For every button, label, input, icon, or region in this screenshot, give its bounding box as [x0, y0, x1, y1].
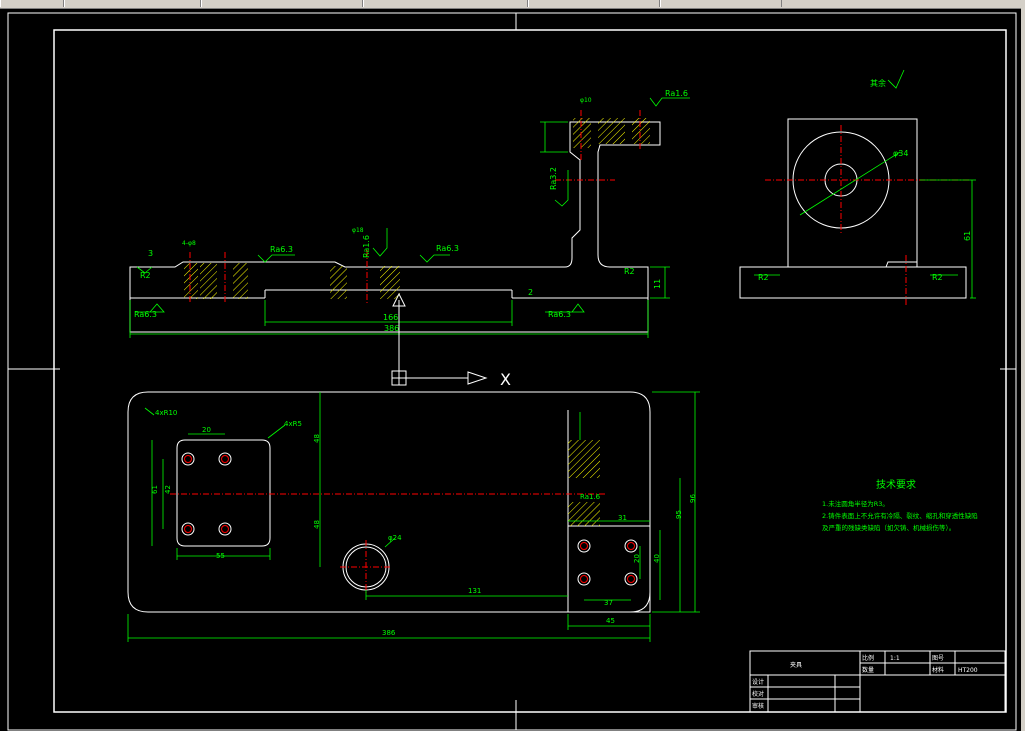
hole-1: 4-φ8	[182, 240, 196, 247]
toolbar-segment[interactable]	[201, 0, 363, 7]
fillet-2: R2	[624, 267, 635, 276]
fillet-left: R2	[758, 273, 769, 282]
toolbar-segment[interactable]	[528, 0, 660, 7]
plan-view-hatching	[568, 440, 600, 526]
axis-x-label: X	[500, 370, 511, 389]
side-view-dimensions	[754, 69, 976, 299]
dim-small-3: 3	[148, 249, 153, 258]
tech-requirements: 技术要求 1.未注圆角半径为R3。 2.铸件表面上不允许有冷隔、裂纹、缩孔和穿透…	[822, 478, 978, 532]
rough-5: Ra1.6	[665, 89, 688, 98]
part-name: 夹具	[790, 661, 802, 669]
qty-label: 数量	[862, 666, 874, 674]
dim-96: 96	[689, 494, 697, 503]
material-value: HT200	[958, 667, 978, 674]
dim-height: 61	[963, 231, 972, 241]
title-block-text: 夹具 比例 1:1 数量 图号 材料 HT200 设计 校对 审核	[752, 654, 978, 710]
scale-label: 比例	[862, 654, 874, 662]
dim-48a: 48	[313, 434, 321, 443]
dim-61: 61	[151, 485, 159, 494]
rough-4: Ra6.3	[548, 310, 571, 319]
dim-overall: 386	[384, 324, 399, 333]
dim-55: 55	[216, 552, 225, 560]
rough-2: Ra6.3	[436, 244, 459, 253]
toolbar-segment[interactable]	[363, 0, 528, 7]
dim-37: 37	[604, 599, 613, 607]
dim-386: 386	[382, 629, 396, 637]
sheet-frame	[7, 12, 1017, 731]
design-label: 设计	[752, 678, 764, 686]
dim-95: 95	[675, 510, 683, 519]
rough-6: Ra3.2	[549, 167, 558, 190]
tech-req-line1: 1.未注圆角半径为R3。	[822, 499, 889, 508]
fillet-1: R2	[140, 271, 151, 280]
dim-24: φ24	[388, 534, 402, 542]
plan-view-dimensions	[127, 391, 700, 642]
front-view-centerlines	[189, 110, 641, 304]
corner-note: 4xR10	[155, 409, 177, 417]
side-view	[739, 118, 967, 299]
approve-label: 审核	[752, 702, 764, 710]
dim-42: 42	[164, 485, 172, 494]
sheet-label: 图号	[932, 655, 944, 662]
drawing-canvas[interactable]: 386 166 11 2 3 R2 R2 Ra6.3 Ra6.3 Ra6.3 R…	[0, 8, 1021, 731]
hole-2: φ18	[352, 227, 364, 234]
tech-req-line3: 及严重的残缺类缺陷（如欠铸、机械损伤等）。	[822, 523, 955, 532]
check-label: 校对	[752, 690, 764, 698]
rough-8: Ra1.6	[362, 235, 371, 258]
scale-value: 1:1	[890, 655, 900, 662]
rough-3: Ra6.3	[134, 310, 157, 319]
dim-20: 20	[202, 426, 211, 434]
dim-diameter: φ34	[893, 149, 908, 158]
toolbar-segment[interactable]	[0, 0, 64, 7]
pocket-note: 4xR5	[284, 420, 302, 428]
dim-131: 131	[468, 587, 481, 595]
plan-view-centerlines	[170, 493, 605, 594]
tech-req-line2: 2.铸件表面上不允许有冷隔、裂纹、缩孔和穿透性缺陷	[822, 511, 978, 520]
front-view	[129, 121, 661, 333]
title-block	[749, 650, 1006, 713]
hole-3: φ10	[580, 97, 592, 104]
dim-31: 31	[618, 514, 627, 522]
ucs-icon	[391, 292, 488, 386]
fillet-right: R2	[932, 273, 943, 282]
rough-1: Ra6.3	[270, 245, 293, 254]
toolbar-segment[interactable]	[660, 0, 782, 7]
dim-45: 45	[606, 617, 615, 625]
plan-view-dim-text: 386 45 131 55 20 61 42 48 48 φ24 31 37 9…	[151, 409, 697, 637]
material-label: 材料	[932, 666, 944, 674]
dim-small-1: 11	[653, 279, 662, 289]
dim-20b: 20	[633, 554, 641, 563]
surface-note: 其余	[870, 78, 886, 88]
dim-40: 40	[653, 554, 661, 563]
dim-small-2: 2	[528, 288, 533, 297]
toolbar-segment[interactable]	[64, 0, 201, 7]
tech-req-title: 技术要求	[876, 478, 916, 491]
plan-rough: Ra1.6	[580, 493, 601, 501]
dim-48b: 48	[313, 520, 321, 529]
vertical-scrollbar[interactable]	[1021, 8, 1025, 731]
dim-inner: 166	[383, 313, 398, 322]
